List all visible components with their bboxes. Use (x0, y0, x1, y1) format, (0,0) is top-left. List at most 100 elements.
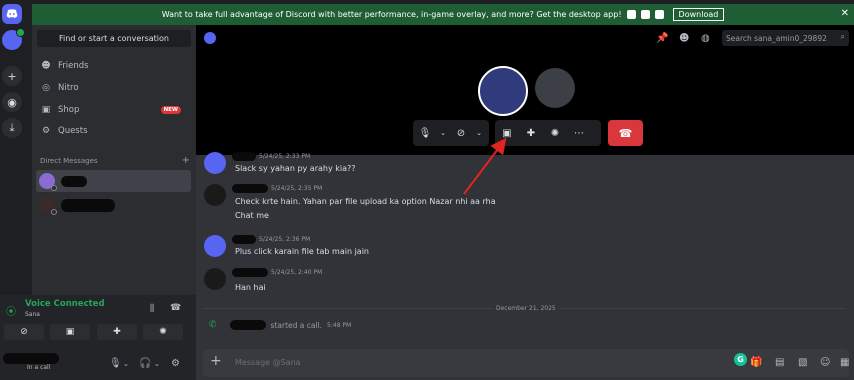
soundboard-button[interactable]: ✺ (143, 324, 183, 340)
screen-share-icon[interactable]: ▣ (495, 123, 519, 143)
voice-channel: Sana (25, 311, 40, 318)
sidebar-item-nitro[interactable]: ◎ Nitro (37, 79, 191, 97)
voice-panel: ⦿ Voice Connected Sana ⫼ ☎ ⊘ ▣ ✚ ✺ (0, 295, 196, 349)
dm-item-sana[interactable] (36, 170, 191, 192)
redacted-author (232, 152, 256, 161)
quests-icon: ⚙ (41, 126, 51, 136)
sidebar-item-label: Quests (58, 126, 88, 136)
discord-home-icon[interactable] (2, 4, 22, 24)
message-header: 5/24/25, 2:36 PM (232, 235, 310, 244)
grammarly-icon[interactable]: G (734, 353, 747, 366)
chevron-down-icon[interactable]: ⌄ (437, 123, 449, 143)
message-text: Chat me (235, 211, 269, 220)
server-badge (16, 28, 25, 37)
disconnect-icon[interactable]: ☎ (170, 303, 181, 313)
message-text: Check krte hain. Yahan par file upload k… (235, 197, 496, 206)
call-participant-avatar[interactable] (478, 66, 528, 116)
dm-item-user[interactable] (36, 194, 191, 216)
noise-suppression-icon[interactable]: ⫼ (150, 304, 154, 314)
redacted-author (232, 235, 256, 244)
upload-plus-icon[interactable]: + (210, 353, 222, 369)
headphones-icon[interactable]: 🎧 (139, 358, 151, 369)
sidebar-item-quests[interactable]: ⚙ Quests (37, 122, 191, 140)
close-icon[interactable]: ✕ (841, 8, 849, 19)
avatar (39, 173, 57, 191)
discord-app: + ◉ ⤓ Want to take full advantage of Dis… (0, 0, 854, 380)
status-dot (51, 209, 57, 215)
message-composer[interactable]: + Message @Sana G 🎁 ▤ ▧ ☺ ▦ (203, 349, 849, 377)
more-options-icon[interactable]: ⋯ (567, 123, 591, 143)
sidebar-item-label: Shop (58, 105, 80, 115)
shop-icon: ▣ (41, 105, 51, 115)
avatar[interactable] (204, 268, 226, 290)
friends-icon: ☻ (41, 61, 51, 71)
dm-header-label: Direct Messages (40, 157, 98, 165)
screen-share-button[interactable]: ▣ (50, 324, 90, 340)
user-profile-icon[interactable]: ◍ (701, 33, 710, 44)
audio-video-controls: 🎙 ⌄ ⊘ ⌄ (413, 120, 489, 146)
add-friends-icon[interactable]: ☻ (679, 33, 689, 44)
settings-gear-icon[interactable]: ⚙ (171, 358, 180, 369)
avatar[interactable] (204, 184, 226, 206)
add-server-icon[interactable]: + (2, 66, 22, 86)
nitro-icon: ◎ (42, 83, 50, 93)
signal-icon[interactable]: ⦿ (6, 303, 16, 318)
find-conversation-button[interactable]: Find or start a conversation (37, 30, 191, 47)
dm-header-avatar[interactable] (204, 32, 216, 44)
sidebar-item-shop[interactable]: ▣ Shop NEW (37, 101, 191, 119)
search-input[interactable]: Search sana_amin0_29892 ⌕ (722, 30, 849, 46)
activities-icon[interactable]: ✚ (519, 123, 543, 143)
voice-status[interactable]: Voice Connected (25, 299, 105, 309)
soundboard-icon[interactable]: ✺ (543, 123, 567, 143)
avatar (39, 197, 57, 215)
user-status: In a call (27, 364, 51, 371)
android-icon (640, 10, 650, 19)
sidebar-item-label: Friends (58, 61, 89, 71)
redacted-author (232, 268, 268, 277)
camera-off-icon[interactable]: ⊘ (449, 123, 473, 143)
compass-icon[interactable]: ◉ (2, 92, 22, 112)
soundboard-icon: ✺ (159, 327, 167, 337)
message-text: Plus click karain file tab main jain (235, 247, 370, 256)
emoji-icon[interactable]: ☺ (820, 357, 830, 368)
sticker-icon[interactable]: ▧ (798, 357, 807, 368)
system-message: ✆ started a call. 5:48 PM (209, 320, 351, 330)
system-message-text: started a call. (270, 320, 323, 330)
search-icon: ⌕ (840, 32, 845, 41)
apps-icon[interactable]: ▦ (840, 357, 849, 368)
chevron-down-icon[interactable]: ⌄ (123, 360, 129, 368)
windows-icon (654, 10, 664, 19)
date-divider-label: December 21, 2025 (492, 305, 560, 312)
pin-icon[interactable]: 📌 (656, 33, 668, 44)
message-text: Han hai (235, 283, 266, 292)
camera-off-button[interactable]: ⊘ (4, 324, 44, 340)
activities-icon: ✚ (113, 327, 121, 337)
banner-text: Want to take full advantage of Discord w… (161, 10, 622, 19)
gift-icon[interactable]: 🎁 (750, 357, 762, 368)
microphone-icon[interactable]: 🎙 (413, 123, 437, 143)
sidebar-item-friends[interactable]: ☻ Friends (37, 57, 191, 75)
system-message-time: 5:48 PM (327, 321, 352, 329)
call-area: 📌 ☻ ◍ Search sana_amin0_29892 ⌕ 🎙 ⌄ ⊘ ⌄ … (196, 25, 854, 155)
desktop-app-banner: Want to take full advantage of Discord w… (32, 4, 854, 25)
main-area: 📌 ☻ ◍ Search sana_amin0_29892 ⌕ 🎙 ⌄ ⊘ ⌄ … (196, 25, 854, 380)
gif-icon[interactable]: ▤ (775, 357, 784, 368)
avatar[interactable] (204, 152, 226, 174)
activities-button[interactable]: ✚ (97, 324, 137, 340)
download-icon[interactable]: ⤓ (2, 118, 22, 138)
hang-up-button[interactable]: ☎ (608, 120, 643, 146)
chevron-down-icon[interactable]: ⌄ (154, 360, 160, 368)
download-button[interactable]: Download (672, 8, 725, 21)
create-dm-icon[interactable]: + (182, 156, 190, 166)
phone-hangup-icon: ☎ (618, 126, 633, 140)
message-header: 5/24/25, 2:40 PM (232, 268, 322, 277)
chevron-down-icon[interactable]: ⌄ (473, 123, 485, 143)
call-participant-avatar[interactable] (535, 68, 575, 108)
server-avatar[interactable] (2, 28, 25, 50)
status-dot (51, 185, 57, 191)
avatar[interactable] (204, 235, 226, 257)
microphone-icon[interactable]: 🎙 (109, 358, 122, 369)
message-text: Slack sy yahan py arahy kia?? (235, 164, 356, 173)
phone-icon: ✆ (209, 320, 217, 330)
message-header: 5/24/25, 2:33 PM (232, 152, 310, 161)
